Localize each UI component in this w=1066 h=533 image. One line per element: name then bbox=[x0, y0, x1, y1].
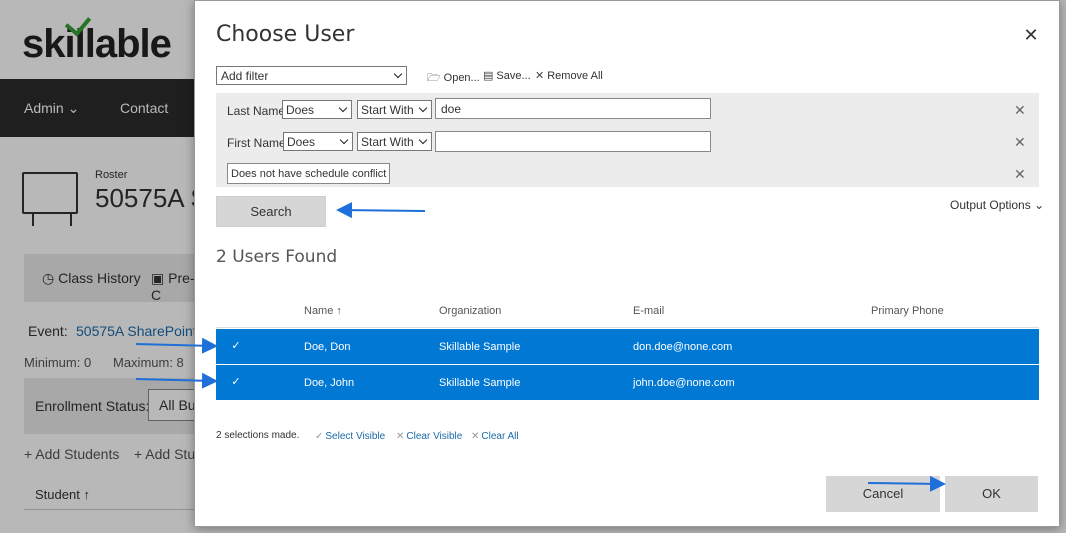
save-filter-button[interactable]: ▤ Save... bbox=[483, 69, 531, 82]
sort-up-icon: ↑ bbox=[336, 305, 342, 317]
close-icon: ✕ bbox=[471, 431, 480, 442]
filter-panel: Last Name Does Start With doe ✕ First Na… bbox=[216, 93, 1039, 187]
filter-op1-select[interactable]: Does bbox=[283, 132, 353, 151]
cell-organization: Skillable Sample bbox=[439, 377, 521, 389]
results-count: 2 Users Found bbox=[216, 247, 338, 267]
clear-all-link[interactable]: ✕ Clear All bbox=[471, 431, 519, 442]
cell-email: don.doe@none.com bbox=[633, 341, 733, 353]
filter-label-first-name: First Name bbox=[227, 136, 286, 150]
ok-button[interactable]: OK bbox=[945, 476, 1038, 512]
checkmark-icon: ✓ bbox=[315, 431, 324, 442]
table-row[interactable]: ✓ Doe, John Skillable Sample john.doe@no… bbox=[216, 365, 1039, 400]
header-divider bbox=[216, 327, 1039, 328]
open-filter-button[interactable]: 🗁 Open... bbox=[427, 69, 480, 88]
filter-label-last-name: Last Name bbox=[227, 104, 286, 118]
schedule-conflict-filter[interactable]: Does not have schedule conflict bbox=[227, 163, 391, 184]
checkmark-icon[interactable]: ✓ bbox=[230, 340, 242, 352]
cell-email: john.doe@none.com bbox=[633, 377, 735, 389]
column-header-name[interactable]: Name ↑ bbox=[304, 305, 342, 317]
cell-name: Doe, Don bbox=[304, 341, 351, 353]
first-name-input[interactable] bbox=[435, 131, 711, 152]
table-row[interactable]: ✓ Doe, Don Skillable Sample don.doe@none… bbox=[216, 329, 1039, 364]
column-header-phone[interactable]: Primary Phone bbox=[871, 305, 944, 317]
cell-name: Doe, John bbox=[304, 377, 355, 389]
add-filter-select[interactable]: Add filter bbox=[216, 66, 407, 85]
close-icon: ✕ bbox=[396, 431, 405, 442]
filter-op1-select[interactable]: Does bbox=[282, 100, 352, 119]
search-button[interactable]: Search bbox=[216, 196, 326, 227]
remove-filter-icon[interactable]: ✕ bbox=[1014, 102, 1026, 119]
remove-all-button[interactable]: ✕ Remove All bbox=[535, 69, 603, 82]
column-header-email[interactable]: E-mail bbox=[633, 305, 664, 317]
remove-filter-icon[interactable]: ✕ bbox=[1014, 134, 1026, 151]
cancel-button[interactable]: Cancel bbox=[826, 476, 940, 512]
column-header-organization[interactable]: Organization bbox=[439, 305, 501, 317]
close-icon: ✕ bbox=[535, 70, 545, 82]
clear-visible-link[interactable]: ✕ Clear Visible bbox=[396, 431, 462, 442]
selection-summary: 2 selections made. bbox=[216, 430, 300, 441]
remove-filter-icon[interactable]: ✕ bbox=[1014, 166, 1026, 183]
chevron-down-icon: ⌄ bbox=[1034, 198, 1045, 212]
close-icon[interactable]: ✕ bbox=[1021, 25, 1041, 45]
checkmark-icon[interactable]: ✓ bbox=[230, 376, 242, 388]
cell-organization: Skillable Sample bbox=[439, 341, 521, 353]
choose-user-dialog: Choose User ✕ Add filter 🗁 Open... ▤ Save.… bbox=[194, 0, 1060, 527]
folder-open-icon: 🗁 bbox=[427, 72, 441, 84]
dialog-title: Choose User bbox=[216, 22, 355, 47]
select-visible-link[interactable]: ✓ Select Visible bbox=[315, 431, 385, 442]
last-name-input[interactable]: doe bbox=[435, 98, 711, 119]
filter-op2-select[interactable]: Start With bbox=[357, 132, 432, 151]
save-icon: ▤ bbox=[483, 70, 494, 82]
output-options-toggle[interactable]: Output Options ⌄ bbox=[950, 198, 1044, 212]
filter-op2-select[interactable]: Start With bbox=[357, 100, 432, 119]
